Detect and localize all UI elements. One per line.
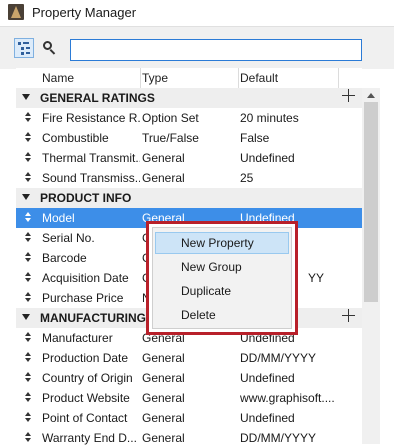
property-name: Warranty End D... <box>42 431 137 445</box>
column-type-header[interactable]: Type <box>142 71 168 85</box>
property-default: Undefined <box>240 371 295 385</box>
search-icon[interactable] <box>40 38 60 58</box>
property-type: General <box>142 171 185 185</box>
menu-item-duplicate[interactable]: Duplicate <box>155 280 289 302</box>
menu-item-new-group[interactable]: New Group <box>155 256 289 278</box>
property-name: Purchase Price <box>42 291 124 305</box>
drag-handle-icon[interactable] <box>25 331 33 345</box>
property-row[interactable]: Thermal Transmit... General Undefined <box>16 148 362 168</box>
menu-item-delete[interactable]: Delete <box>155 304 289 326</box>
drag-handle-icon[interactable] <box>25 411 33 425</box>
property-type: General <box>142 411 185 425</box>
property-default: 20 minutes <box>240 111 299 125</box>
property-type: True/False <box>142 131 199 145</box>
property-name: Serial No. <box>42 231 95 245</box>
property-default: Undefined <box>240 151 295 165</box>
drag-handle-icon[interactable] <box>25 271 33 285</box>
collapse-arrow-icon[interactable] <box>22 94 30 100</box>
property-type: General <box>142 371 185 385</box>
property-row[interactable]: Product Website General www.graphisoft..… <box>16 388 362 408</box>
context-menu: New Property New Group Duplicate Delete <box>152 227 292 329</box>
drag-handle-icon[interactable] <box>25 291 33 305</box>
drag-handle-icon[interactable] <box>25 171 33 185</box>
vertical-scrollbar[interactable] <box>362 88 380 444</box>
search-input[interactable] <box>70 39 362 61</box>
group-label: MANUFACTURING <box>40 311 146 325</box>
property-name: Country of Origin <box>42 371 133 385</box>
drag-handle-icon[interactable] <box>25 111 33 125</box>
drag-handle-icon[interactable] <box>25 371 33 385</box>
property-name: Thermal Transmit... <box>42 151 140 165</box>
property-row[interactable]: Production Date General DD/MM/YYYY <box>16 348 362 368</box>
drag-handle-icon[interactable] <box>25 131 33 145</box>
property-name: Manufacturer <box>42 331 113 345</box>
column-name-header[interactable]: Name <box>42 71 74 85</box>
drag-handle-icon[interactable] <box>25 231 33 245</box>
property-default: www.graphisoft.... <box>240 391 335 405</box>
property-type: General <box>142 431 185 445</box>
property-row[interactable]: Country of Origin General Undefined <box>16 368 362 388</box>
scroll-up-icon[interactable] <box>367 93 375 98</box>
collapse-arrow-icon[interactable] <box>22 194 30 200</box>
group-row-product-info[interactable]: PRODUCT INFO <box>16 188 362 208</box>
property-default: DD/MM/YYYY <box>240 431 317 445</box>
property-name: Barcode <box>42 251 87 265</box>
property-default: DD/MM/YYYY <box>240 351 317 365</box>
property-row[interactable]: Sound Transmiss... General 25 <box>16 168 362 188</box>
property-name: Model <box>42 211 75 225</box>
menu-item-new-property[interactable]: New Property <box>155 232 289 254</box>
property-row[interactable]: Point of Contact General Undefined <box>16 408 362 428</box>
drag-handle-icon[interactable] <box>25 211 33 225</box>
drag-handle-icon[interactable] <box>25 151 33 165</box>
scroll-thumb[interactable] <box>364 102 378 302</box>
property-row[interactable]: Fire Resistance R... Option Set 20 minut… <box>16 108 362 128</box>
property-default: Undefined <box>240 411 295 425</box>
property-type: General <box>142 391 185 405</box>
property-default: 25 <box>240 171 254 185</box>
group-label: PRODUCT INFO <box>40 191 132 205</box>
title-bar: Property Manager <box>0 0 394 26</box>
app-logo-icon <box>8 4 24 20</box>
drag-handle-icon[interactable] <box>25 251 33 265</box>
context-menu-highlight: New Property New Group Duplicate Delete <box>146 221 298 335</box>
property-type: General <box>142 351 185 365</box>
property-name: Sound Transmiss... <box>42 171 140 185</box>
property-name: Fire Resistance R... <box>42 111 140 125</box>
property-name: Production Date <box>42 351 129 365</box>
property-name: Combustible <box>42 131 109 145</box>
add-icon[interactable] <box>342 309 356 323</box>
property-row[interactable]: Combustible True/False False <box>16 128 362 148</box>
column-header: Name Type Default <box>16 68 362 89</box>
property-name: Acquisition Date <box>42 271 129 285</box>
toolbar <box>0 26 394 69</box>
property-default: YY <box>308 271 325 285</box>
property-name: Point of Contact <box>42 411 128 425</box>
property-type: General <box>142 151 185 165</box>
group-row-general-ratings[interactable]: GENERAL RATINGS <box>16 88 362 108</box>
window-title: Property Manager <box>32 5 137 20</box>
collapse-arrow-icon[interactable] <box>22 314 30 320</box>
property-default: False <box>240 131 270 145</box>
group-label: GENERAL RATINGS <box>40 91 155 105</box>
drag-handle-icon[interactable] <box>25 351 33 365</box>
tree-view-icon[interactable] <box>14 38 34 58</box>
property-name: Product Website <box>42 391 130 405</box>
property-type: Option Set <box>142 111 199 125</box>
drag-handle-icon[interactable] <box>25 431 33 445</box>
drag-handle-icon[interactable] <box>25 391 33 405</box>
property-row[interactable]: Warranty End D... General DD/MM/YYYY <box>16 428 362 448</box>
column-default-header[interactable]: Default <box>240 71 278 85</box>
add-icon[interactable] <box>342 89 356 103</box>
